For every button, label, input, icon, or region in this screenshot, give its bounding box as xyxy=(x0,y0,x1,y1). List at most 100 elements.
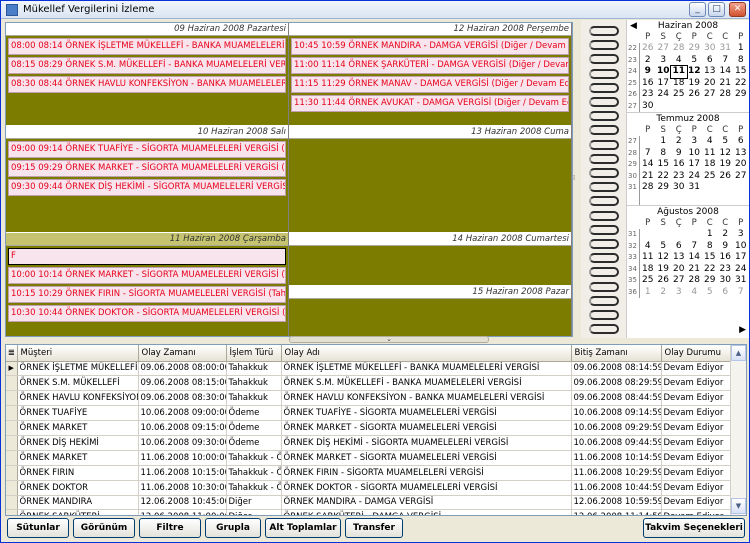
calendar-day[interactable]: 4 xyxy=(671,55,687,67)
calendar-day[interactable]: 8 xyxy=(702,241,718,253)
calendar-day[interactable]: 7 xyxy=(640,148,656,160)
grid-vertical-scrollbar[interactable]: ▲ ▼ xyxy=(730,345,746,515)
calendar-day[interactable]: 6 xyxy=(702,55,718,67)
calendar-day[interactable]: 30 xyxy=(671,182,687,194)
calendar-day[interactable]: 25 xyxy=(640,275,656,287)
calendar-day[interactable]: 30 xyxy=(702,43,718,55)
calendar-day[interactable]: 3 xyxy=(671,287,687,299)
calendar-day[interactable]: 2 xyxy=(671,136,687,148)
calendar-day[interactable] xyxy=(671,194,687,206)
calendar-day[interactable]: 5 xyxy=(702,287,718,299)
calendar-day[interactable]: 24 xyxy=(656,89,672,101)
appointment[interactable]: 09:00 09:14 ÖRNEK TUAFİYE - SİGORTA MUAM… xyxy=(8,141,286,158)
calendar-day[interactable] xyxy=(718,194,734,206)
column-header[interactable]: Olay Adı xyxy=(281,345,572,362)
calendar-day[interactable]: 18 xyxy=(640,264,656,276)
column-chooser-icon[interactable]: ≣ xyxy=(6,345,18,362)
calendar-day[interactable]: 24 xyxy=(733,264,749,276)
calendar-day[interactable]: 22 xyxy=(656,171,672,183)
month-calendar[interactable]: Ağustos 2008 P S Ç P C C P 31 1 2 3 32 4 5 6 7 8 9 10 33 11 12… xyxy=(627,205,749,298)
calendar-day[interactable]: 6 xyxy=(671,241,687,253)
calendar-day[interactable]: 3 xyxy=(733,229,749,241)
column-header[interactable]: Olay Durumu xyxy=(661,345,734,362)
calendar-day[interactable]: 22 xyxy=(733,78,749,90)
calendar-day[interactable]: 10 xyxy=(687,148,703,160)
column-header[interactable]: İşlem Türü xyxy=(226,345,282,362)
calendar-day[interactable]: 23 xyxy=(640,89,656,101)
month-calendar[interactable]: Haziran 2008 ◀ P S Ç P C C P 22 26 27 28 29 30 31 1 23 2 3 4… xyxy=(627,20,749,112)
calendar-day[interactable]: 7 xyxy=(718,55,734,67)
calendar-day[interactable]: 2 xyxy=(718,229,734,241)
calendar-day[interactable]: 28 xyxy=(671,43,687,55)
next-month-arrow-icon[interactable]: ▶ xyxy=(739,325,746,335)
calendar-day[interactable]: 8 xyxy=(733,55,749,67)
calendar-day[interactable]: 28 xyxy=(640,182,656,194)
calendar-day[interactable]: 25 xyxy=(702,171,718,183)
calendar-day[interactable]: 10 xyxy=(656,66,672,78)
calendar-day[interactable]: 4 xyxy=(687,287,703,299)
calendar-day[interactable] xyxy=(733,194,749,206)
day-cell[interactable]: 13 Haziran 2008 Cuma xyxy=(289,126,571,232)
calendar-day[interactable]: 7 xyxy=(733,287,749,299)
day-cell[interactable]: 12 Haziran 2008 Perşembe 10:45 10:59 ÖRNE… xyxy=(289,23,571,125)
column-header[interactable]: Müşteri xyxy=(17,345,139,362)
calendar-day[interactable]: 14 xyxy=(687,252,703,264)
table-row[interactable]: ÖRNEK DOKTOR 11.06.2008 10:30:00 Tahakkuk … xyxy=(6,480,734,496)
table-row[interactable]: ÖRNEK FIRIN 11.06.2008 10:15:00 Tahakkuk -… xyxy=(6,465,734,481)
day-cell[interactable]: 15 Haziran 2008 Pazar xyxy=(289,286,571,336)
calendar-day[interactable]: 4 xyxy=(702,136,718,148)
calendar-day[interactable]: 17 xyxy=(733,252,749,264)
appointment[interactable]: 09:15 09:29 ÖRNEK MARKET - SİGORTA MUAME… xyxy=(8,160,286,177)
calendar-options-button[interactable]: Takvim Seçenekleri xyxy=(643,518,745,538)
calendar-day[interactable]: 9 xyxy=(718,241,734,253)
table-row[interactable]: ÖRNEK MARKET 10.06.2008 09:15:00 Ödeme ÖRNE… xyxy=(6,420,734,436)
calendar-day[interactable]: 26 xyxy=(640,43,656,55)
calendar-day[interactable]: 26 xyxy=(656,275,672,287)
table-row[interactable]: ▶ ÖRNEK İŞLETME MÜKELLEFİ 09.06.2008 08:00… xyxy=(6,361,734,377)
calendar-day[interactable] xyxy=(687,101,703,113)
appointment[interactable]: 09:30 09:44 ÖRNEK DİŞ HEKİMİ - SİGORTA M… xyxy=(8,179,286,196)
table-row[interactable]: ÖRNEK ŞARKÜTERİ12.06.2008 11:00:00DiğerÖ… xyxy=(6,509,734,515)
vertical-splitter[interactable]: ⁞ xyxy=(573,22,581,337)
calendar-day[interactable]: 17 xyxy=(656,78,672,90)
table-row[interactable]: ÖRNEK MARKET 11.06.2008 10:00:00 Tahakkuk … xyxy=(6,450,734,466)
calendar-day[interactable]: 30 xyxy=(640,101,656,113)
calendar-day[interactable]: 2 xyxy=(640,55,656,67)
calendar-day[interactable]: 25 xyxy=(671,89,687,101)
calendar-day[interactable]: 20 xyxy=(671,264,687,276)
calendar-day[interactable]: 15 xyxy=(656,159,672,171)
calendar-day[interactable] xyxy=(671,101,687,113)
table-row[interactable]: ÖRNEK S.M. MÜKELLEFİ 09.06.2008 08:15:00 T… xyxy=(6,375,734,392)
calendar-day[interactable]: 29 xyxy=(687,43,703,55)
calendar-day[interactable] xyxy=(671,229,687,241)
calendar-day[interactable]: 2 xyxy=(656,287,672,299)
table-row[interactable]: ÖRNEK MANDIRA 12.06.2008 10:45:00 Diğer ÖRN… xyxy=(6,495,734,511)
calendar-day[interactable]: 16 xyxy=(718,252,734,264)
calendar-day[interactable] xyxy=(702,194,718,206)
appointment[interactable]: 11:30 11:44 ÖRNEK AVUKAT - DAMGA VERGİSİ… xyxy=(291,95,569,112)
calendar-day[interactable]: 19 xyxy=(718,159,734,171)
calendar-day[interactable] xyxy=(640,229,656,241)
calendar-day[interactable]: 16 xyxy=(640,78,656,90)
calendar-day[interactable]: 3 xyxy=(687,136,703,148)
close-button[interactable]: ✕ xyxy=(729,2,746,17)
columns-button[interactable]: Sütunlar xyxy=(7,518,69,538)
calendar-day[interactable]: 12 xyxy=(687,66,703,78)
calendar-day[interactable] xyxy=(640,136,656,148)
events-grid[interactable]: ≣ Müşteri Olay Zamanı İşlem Türü Olay Adı Bit… xyxy=(5,344,747,516)
calendar-day[interactable] xyxy=(702,182,718,194)
table-row[interactable]: ÖRNEK HAVLU KONFEKSİYON 09.06.2008 08:30:… xyxy=(6,390,734,407)
calendar-day[interactable] xyxy=(656,101,672,113)
table-row[interactable]: ÖRNEK TUAFİYE 10.06.2008 09:00:00 Ödeme ÖRN… xyxy=(6,405,734,422)
appointment[interactable]: 10:15 10:29 ÖRNEK FIRIN - SİGORTA MUAMEL… xyxy=(8,286,286,303)
scroll-down-button[interactable]: ▼ xyxy=(731,498,746,514)
calendar-day[interactable]: 15 xyxy=(702,252,718,264)
calendar-day[interactable]: 13 xyxy=(733,148,749,160)
calendar-day[interactable]: 29 xyxy=(702,275,718,287)
calendar-day[interactable]: 13 xyxy=(671,252,687,264)
calendar-day[interactable] xyxy=(733,101,749,113)
calendar-day[interactable]: 19 xyxy=(656,264,672,276)
calendar-day[interactable]: 1 xyxy=(702,229,718,241)
calendar-day[interactable] xyxy=(718,182,734,194)
appointment[interactable]: 10:30 10:44 ÖRNEK DOKTOR - SİGORTA MUAME… xyxy=(8,305,286,322)
